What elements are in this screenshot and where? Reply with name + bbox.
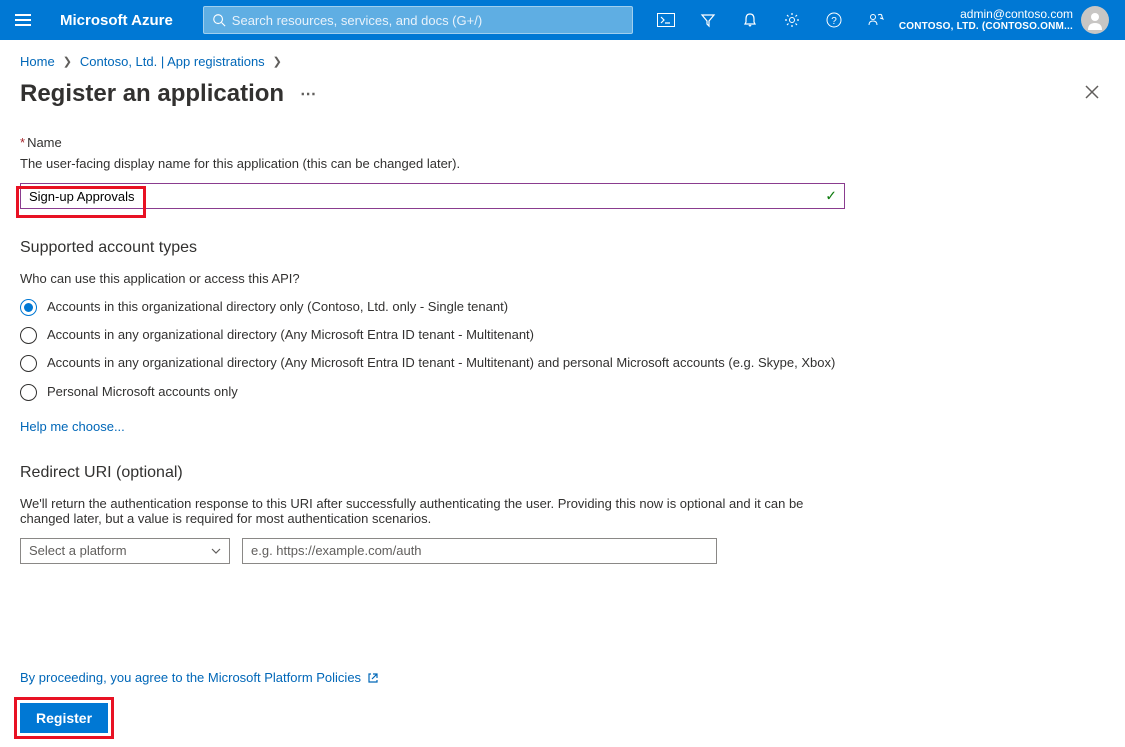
account-option-multitenant[interactable]: Accounts in any organizational directory… <box>20 326 840 344</box>
close-blade-button[interactable] <box>1079 77 1105 110</box>
chevron-right-icon: ❯ <box>273 55 282 68</box>
external-link-icon <box>367 672 379 684</box>
redirect-uri-title: Redirect URI (optional) <box>20 464 1105 482</box>
page-title: Register an application <box>20 80 284 108</box>
help-me-choose-link[interactable]: Help me choose... <box>20 419 1105 434</box>
radio-button[interactable] <box>20 327 37 344</box>
global-search-input[interactable]: Search resources, services, and docs (G+… <box>203 6 633 34</box>
feedback-icon <box>867 12 885 28</box>
svg-text:?: ? <box>831 16 837 27</box>
name-field-label: *Name <box>20 135 1105 150</box>
cloud-shell-icon <box>657 13 675 27</box>
radio-label: Accounts in any organizational directory… <box>47 354 835 372</box>
account-types-question: Who can use this application or access t… <box>20 271 1105 286</box>
feedback-button[interactable] <box>857 0 895 40</box>
radio-label: Personal Microsoft accounts only <box>47 383 238 401</box>
radio-label: Accounts in any organizational directory… <box>47 326 534 344</box>
search-icon <box>212 13 226 27</box>
avatar-icon <box>1085 10 1105 30</box>
azure-topbar: Microsoft Azure Search resources, servic… <box>0 0 1125 40</box>
close-icon <box>1085 85 1099 99</box>
chevron-right-icon: ❯ <box>63 55 72 68</box>
bell-icon <box>742 12 758 28</box>
account-option-personal[interactable]: Personal Microsoft accounts only <box>20 383 840 401</box>
help-button[interactable]: ? <box>815 0 853 40</box>
help-icon: ? <box>826 12 842 28</box>
required-indicator: * <box>20 135 25 150</box>
breadcrumb-home[interactable]: Home <box>20 54 55 69</box>
radio-button[interactable] <box>20 384 37 401</box>
platform-select-label: Select a platform <box>29 543 127 558</box>
account-types-title: Supported account types <box>20 239 1105 257</box>
name-field-description: The user-facing display name for this ap… <box>20 156 1105 171</box>
user-tenant: CONTOSO, LTD. (CONTOSO.ONM... <box>899 21 1073 33</box>
page-header: Register an application ⋯ <box>0 73 1125 120</box>
account-option-multitenant-personal[interactable]: Accounts in any organizational directory… <box>20 354 840 372</box>
chevron-down-icon <box>211 548 221 554</box>
cloud-shell-button[interactable] <box>647 0 685 40</box>
platform-select[interactable]: Select a platform <box>20 538 230 564</box>
footer: By proceeding, you agree to the Microsof… <box>0 658 1125 747</box>
notifications-button[interactable] <box>731 0 769 40</box>
radio-button[interactable] <box>20 299 37 316</box>
form-area[interactable]: *Name The user-facing display name for t… <box>0 125 1125 647</box>
directories-button[interactable] <box>689 0 727 40</box>
hamburger-menu-button[interactable] <box>10 9 40 31</box>
user-email: admin@contoso.com <box>899 7 1073 21</box>
platform-policies-link[interactable]: By proceeding, you agree to the Microsof… <box>20 670 1105 685</box>
gear-icon <box>784 12 800 28</box>
avatar <box>1081 6 1109 34</box>
redirect-uri-input[interactable] <box>242 538 717 564</box>
breadcrumb: Home ❯ Contoso, Ltd. | App registrations… <box>0 40 1125 73</box>
radio-button[interactable] <box>20 355 37 372</box>
name-input[interactable] <box>20 183 845 209</box>
account-option-single-tenant[interactable]: Accounts in this organizational director… <box>20 298 840 316</box>
user-text: admin@contoso.com CONTOSO, LTD. (CONTOSO… <box>899 7 1073 33</box>
breadcrumb-app-registrations[interactable]: Contoso, Ltd. | App registrations <box>80 54 265 69</box>
topbar-icons: ? admin@contoso.com CONTOSO, LTD. (CONTO… <box>647 0 1115 40</box>
user-menu[interactable]: admin@contoso.com CONTOSO, LTD. (CONTOSO… <box>899 6 1115 34</box>
check-icon: ✓ <box>825 188 837 205</box>
radio-label: Accounts in this organizational director… <box>47 298 508 316</box>
brand-label[interactable]: Microsoft Azure <box>60 12 173 29</box>
more-menu-button[interactable]: ⋯ <box>300 84 316 104</box>
redirect-uri-description: We'll return the authentication response… <box>20 496 840 526</box>
filter-icon <box>700 12 716 28</box>
settings-button[interactable] <box>773 0 811 40</box>
search-placeholder: Search resources, services, and docs (G+… <box>232 13 482 28</box>
register-button[interactable]: Register <box>20 703 108 733</box>
